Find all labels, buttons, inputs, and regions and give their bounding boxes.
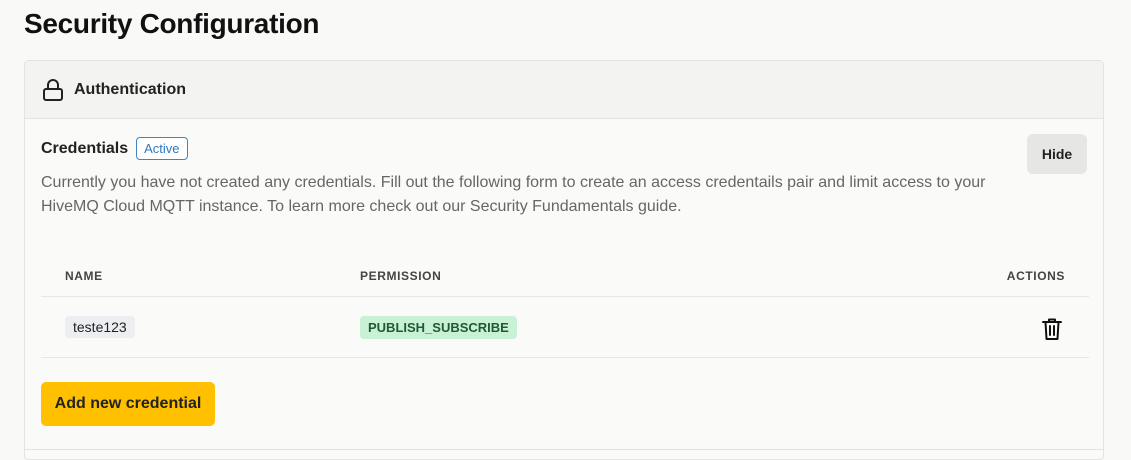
credential-name: teste123 [65, 316, 135, 338]
table-header: NAME PERMISSION ACTIONS [41, 256, 1089, 297]
authentication-title: Authentication [74, 80, 186, 98]
add-credential-button[interactable]: Add new credential [41, 382, 215, 426]
credentials-description: Currently you have not created any crede… [41, 174, 986, 215]
credentials-heading: Credentials Active [41, 137, 188, 160]
authentication-panel: Authentication Credentials Active Hide C… [24, 60, 1104, 460]
column-header-permission: PERMISSION [360, 269, 442, 283]
credentials-table: NAME PERMISSION ACTIONS teste123 PUBLISH… [41, 256, 1089, 358]
lock-icon [41, 78, 65, 102]
hide-button[interactable]: Hide [1027, 134, 1087, 174]
page-title: Security Configuration [24, 8, 320, 39]
table-row: teste123 PUBLISH_SUBSCRIBE [41, 297, 1089, 358]
status-badge: Active [136, 137, 188, 160]
column-header-name: NAME [65, 269, 103, 283]
column-header-actions: ACTIONS [1006, 269, 1065, 283]
authentication-panel-header: Authentication [25, 61, 1103, 119]
trash-icon[interactable] [1041, 317, 1063, 341]
panel-divider [25, 449, 1103, 450]
permission-chip: PUBLISH_SUBSCRIBE [360, 316, 517, 339]
credentials-title: Credentials [41, 139, 129, 157]
